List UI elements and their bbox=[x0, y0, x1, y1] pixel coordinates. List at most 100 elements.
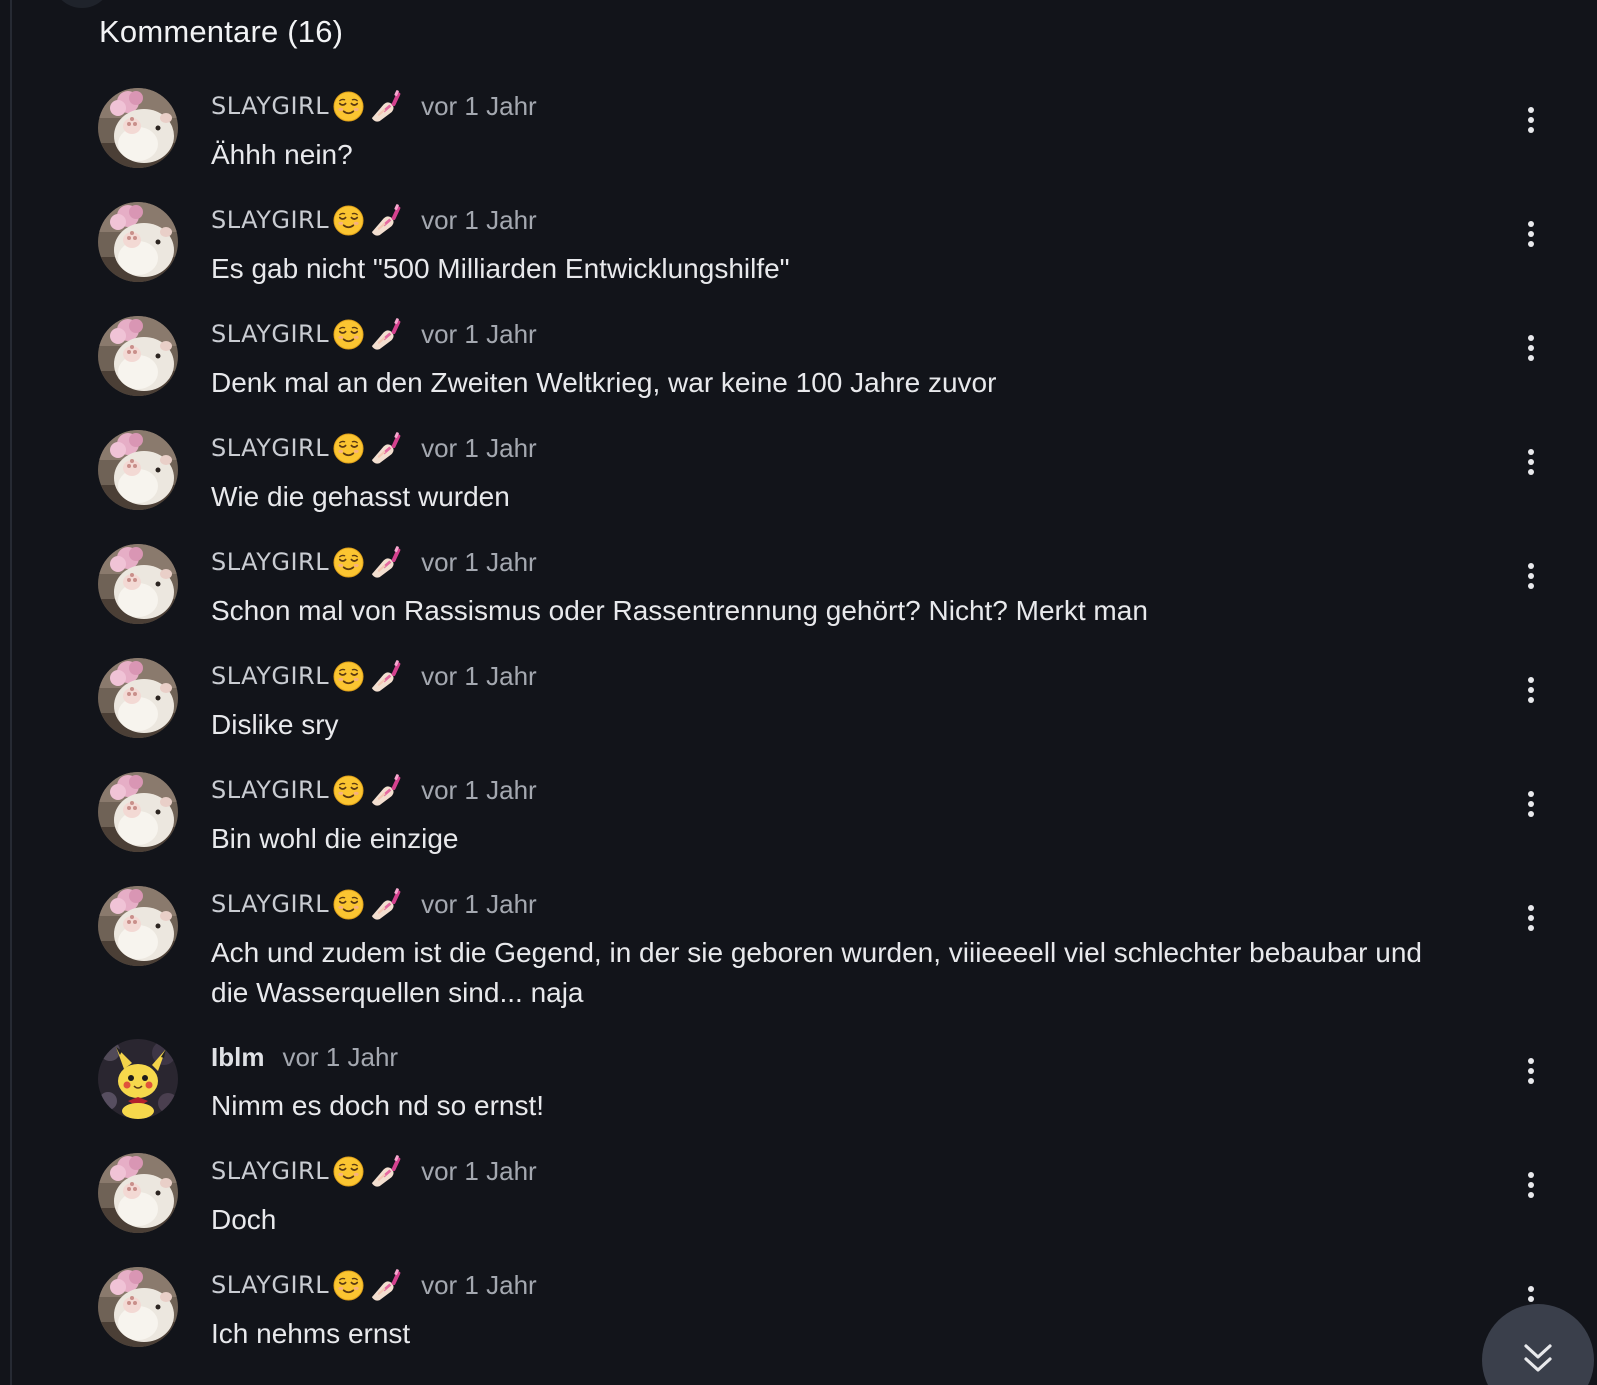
comment-author[interactable]: SLAYGIRL bbox=[211, 92, 329, 120]
comment-author[interactable]: SLAYGIRL bbox=[211, 320, 329, 348]
comment-meta: SLAYGIRL vor 1 Jahr bbox=[211, 203, 537, 237]
author-emojis bbox=[329, 659, 403, 694]
comment-options-button[interactable] bbox=[1516, 217, 1546, 251]
comment-options-button[interactable] bbox=[1516, 901, 1546, 935]
avatar[interactable] bbox=[98, 430, 178, 510]
comment-timestamp: vor 1 Jahr bbox=[421, 546, 537, 577]
comment-author[interactable]: SLAYGIRL bbox=[211, 206, 329, 234]
comment-author[interactable]: SLAYGIRL bbox=[211, 662, 329, 690]
comment-text: Ich nehms ernst bbox=[211, 1318, 411, 1349]
relieved-face-emoji bbox=[333, 1269, 364, 1301]
hamster-avatar-image bbox=[98, 88, 178, 168]
author-emojis bbox=[329, 89, 403, 124]
author-emojis bbox=[329, 1154, 403, 1189]
comment-options-button[interactable] bbox=[1516, 1168, 1546, 1202]
avatar[interactable] bbox=[98, 772, 178, 852]
more-vertical-icon bbox=[1528, 221, 1534, 247]
avatar[interactable] bbox=[98, 1039, 178, 1119]
avatar[interactable] bbox=[98, 1267, 178, 1347]
comment-author[interactable]: SLAYGIRL bbox=[211, 548, 329, 576]
comment-options-button[interactable] bbox=[1516, 559, 1546, 593]
comment-timestamp: vor 1 Jahr bbox=[421, 660, 537, 691]
relieved-face-emoji bbox=[333, 546, 364, 578]
comment-options-button[interactable] bbox=[1516, 673, 1546, 707]
avatar[interactable] bbox=[98, 886, 178, 966]
hamster-avatar-image bbox=[98, 430, 178, 510]
relieved-face-emoji bbox=[333, 90, 364, 122]
nail-polish-emoji bbox=[371, 1154, 401, 1187]
nail-polish-emoji bbox=[371, 1268, 401, 1301]
author-emojis bbox=[329, 203, 403, 238]
relieved-face-emoji bbox=[333, 660, 364, 692]
relieved-face-emoji bbox=[333, 432, 364, 464]
comment-text: Doch bbox=[211, 1204, 277, 1235]
comment-text: Denk mal an den Zweiten Weltkrieg, war k… bbox=[211, 367, 997, 398]
comment-meta: SLAYGIRL vor 1 Jahr bbox=[211, 317, 537, 351]
avatar[interactable] bbox=[98, 316, 178, 396]
nail-polish-emoji bbox=[371, 89, 401, 122]
nail-polish-emoji bbox=[371, 545, 401, 578]
nail-polish-emoji bbox=[371, 659, 401, 692]
comment-meta: SLAYGIRL vor 1 Jahr bbox=[211, 1268, 537, 1302]
relieved-face-emoji bbox=[333, 318, 364, 350]
more-vertical-icon bbox=[1528, 905, 1534, 931]
avatar[interactable] bbox=[98, 1153, 178, 1233]
hamster-avatar-image bbox=[98, 316, 178, 396]
nail-polish-emoji bbox=[371, 317, 401, 350]
author-emojis bbox=[329, 545, 403, 580]
comment-text: Nimm es doch nd so ernst! bbox=[211, 1090, 545, 1121]
comment-author[interactable]: Iblm bbox=[211, 1042, 264, 1073]
more-vertical-icon bbox=[1528, 1172, 1534, 1198]
hamster-avatar-image bbox=[98, 544, 178, 624]
comment-author[interactable]: SLAYGIRL bbox=[211, 434, 329, 462]
comment-options-button[interactable] bbox=[1516, 445, 1546, 479]
comment-text: Ähhh nein? bbox=[211, 139, 353, 170]
author-emojis bbox=[329, 887, 403, 922]
comment-timestamp: vor 1 Jahr bbox=[421, 90, 537, 121]
hamster-avatar-image bbox=[98, 1267, 178, 1347]
avatar[interactable] bbox=[98, 88, 178, 168]
comment-text: Wie die gehasst wurden bbox=[211, 481, 510, 512]
hamster-avatar-image bbox=[98, 1153, 178, 1233]
comment-text: Bin wohl die einzige bbox=[211, 823, 459, 854]
hamster-avatar-image bbox=[98, 772, 178, 852]
comment-options-button[interactable] bbox=[1516, 787, 1546, 821]
pikachu-avatar-image bbox=[98, 1039, 178, 1119]
avatar[interactable] bbox=[98, 658, 178, 738]
nail-polish-emoji bbox=[371, 773, 401, 806]
author-emojis bbox=[329, 317, 403, 352]
avatar[interactable] bbox=[98, 202, 178, 282]
comment-author[interactable]: SLAYGIRL bbox=[211, 1157, 329, 1185]
author-emojis bbox=[329, 1268, 403, 1303]
comment-text: Es gab nicht "500 Milliarden Entwicklung… bbox=[211, 253, 790, 284]
comment-meta: SLAYGIRL vor 1 Jahr bbox=[211, 659, 537, 693]
more-vertical-icon bbox=[1528, 791, 1534, 817]
more-vertical-icon bbox=[1528, 563, 1534, 589]
comment-timestamp: vor 1 Jahr bbox=[421, 888, 537, 919]
comment-meta: SLAYGIRL vor 1 Jahr bbox=[211, 1154, 537, 1188]
comment-author[interactable]: SLAYGIRL bbox=[211, 890, 329, 918]
avatar[interactable] bbox=[98, 544, 178, 624]
more-vertical-icon bbox=[1528, 107, 1534, 133]
hamster-avatar-image bbox=[98, 886, 178, 966]
comment-options-button[interactable] bbox=[1516, 331, 1546, 365]
comment-timestamp: vor 1 Jahr bbox=[421, 318, 537, 349]
comment-text: Dislike sry bbox=[211, 709, 339, 740]
comment-options-button[interactable] bbox=[1516, 103, 1546, 137]
relieved-face-emoji bbox=[333, 1155, 364, 1187]
comment-meta: SLAYGIRL vor 1 Jahr bbox=[211, 887, 537, 921]
more-vertical-icon bbox=[1528, 677, 1534, 703]
comment-options-button[interactable] bbox=[1516, 1054, 1546, 1088]
nail-polish-emoji bbox=[371, 203, 401, 236]
comment-meta: SLAYGIRL vor 1 Jahr bbox=[211, 545, 537, 579]
comment-timestamp: vor 1 Jahr bbox=[421, 432, 537, 463]
comment-author[interactable]: SLAYGIRL bbox=[211, 1271, 329, 1299]
comment-list: SLAYGIRL vor 1 Jahr Ähhh nein? SLAYGIRL … bbox=[0, 0, 1597, 1385]
relieved-face-emoji bbox=[333, 774, 364, 806]
relieved-face-emoji bbox=[333, 888, 364, 920]
comment-meta: SLAYGIRL vor 1 Jahr bbox=[211, 89, 537, 123]
comment-meta: SLAYGIRL vor 1 Jahr bbox=[211, 431, 537, 465]
hamster-avatar-image bbox=[98, 202, 178, 282]
comment-timestamp: vor 1 Jahr bbox=[421, 1155, 537, 1186]
comment-author[interactable]: SLAYGIRL bbox=[211, 776, 329, 804]
